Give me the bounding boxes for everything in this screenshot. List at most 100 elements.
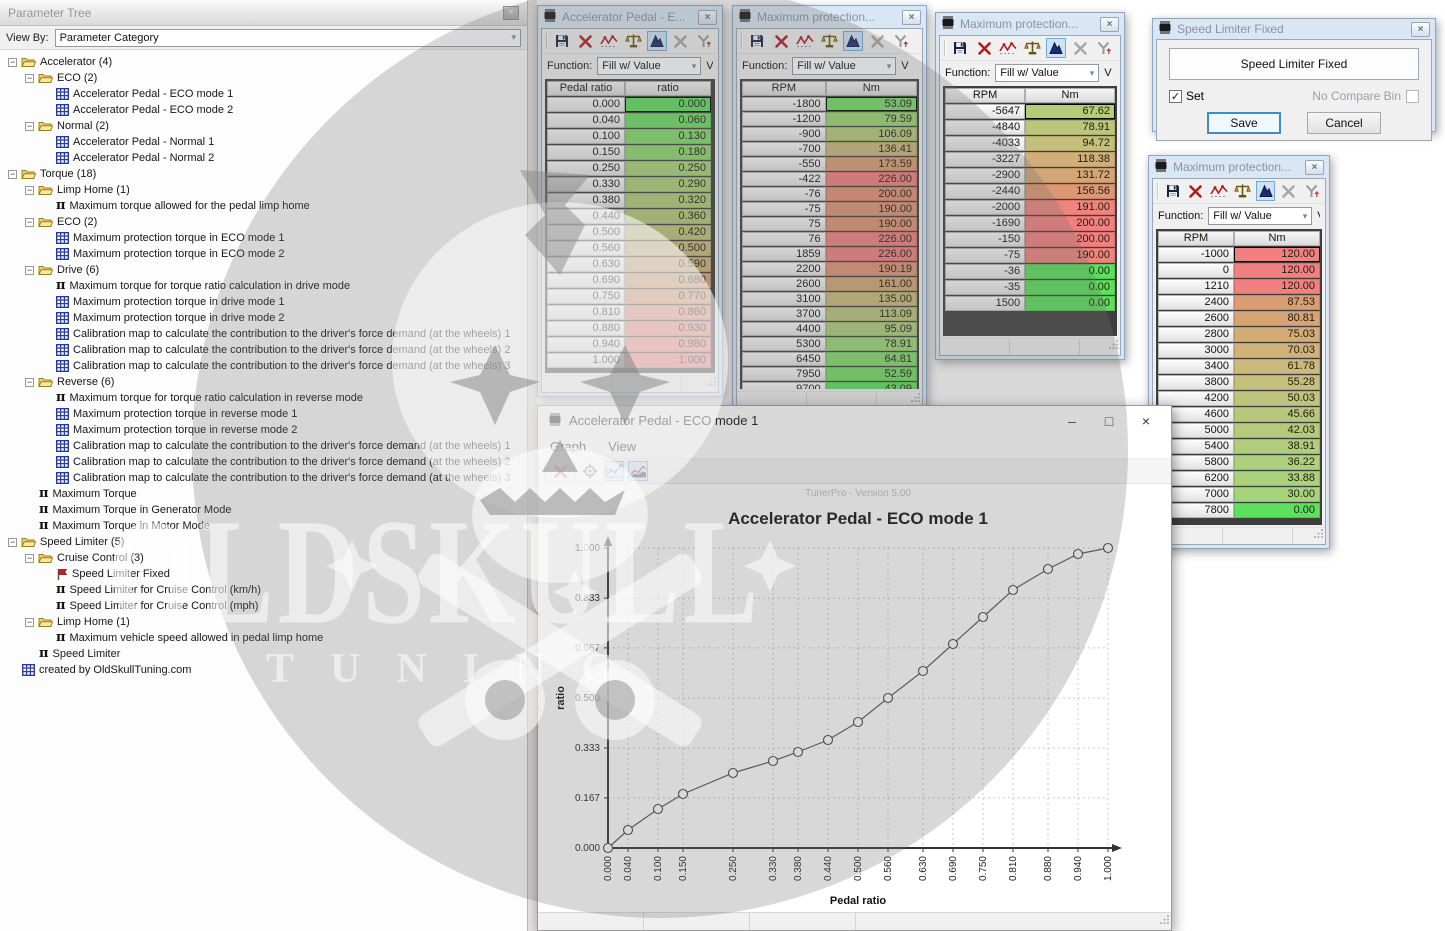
resize-grip[interactable] — [1109, 336, 1119, 354]
tree-expander-icon[interactable]: − — [25, 266, 34, 275]
axis-cell[interactable]: 0.000 — [547, 97, 625, 112]
axis-cell[interactable]: 3000 — [1158, 343, 1234, 358]
value-cell[interactable]: 61.78 — [1234, 359, 1320, 374]
axis-cell[interactable]: 0.250 — [547, 161, 625, 176]
axis-cell[interactable]: 2600 — [1158, 311, 1234, 326]
axis-cell[interactable]: 2800 — [1158, 327, 1234, 342]
data-point[interactable] — [769, 757, 778, 766]
value-cell[interactable]: 173.59 — [826, 157, 917, 171]
tree-expander-icon[interactable]: − — [25, 618, 34, 627]
clear-icon[interactable] — [671, 31, 691, 51]
value-cell[interactable]: 0.00 — [1234, 503, 1320, 518]
data-point[interactable] — [884, 694, 893, 703]
function-dropdown[interactable]: Fill w/ Value ▾ — [597, 57, 701, 75]
value-cell[interactable]: 45.66 — [1234, 407, 1320, 422]
value-cell[interactable]: 161.00 — [826, 277, 917, 291]
tree-item[interactable]: −Cruise Control (3) — [2, 550, 527, 566]
data-point[interactable] — [1104, 544, 1113, 553]
data-point[interactable] — [949, 640, 958, 649]
tree-item[interactable]: πMaximum Torque — [2, 486, 527, 502]
value-cell[interactable]: 87.53 — [1234, 295, 1320, 310]
tree-item[interactable]: −Accelerator (4) — [2, 54, 527, 70]
axis-cell[interactable]: 0.380 — [547, 193, 625, 208]
axis-cell[interactable]: 5300 — [742, 337, 826, 351]
surface-view-icon[interactable] — [1256, 181, 1275, 201]
compare-icon[interactable] — [1233, 181, 1252, 201]
axis-cell[interactable]: 2200 — [742, 262, 826, 276]
close-icon[interactable]: × — [1100, 17, 1119, 32]
axis-cell[interactable]: 4200 — [1158, 391, 1234, 406]
trace-graph-icon[interactable] — [599, 31, 619, 51]
value-cell[interactable]: 113.09 — [826, 307, 917, 321]
value-cell[interactable]: 42.03 — [1234, 423, 1320, 438]
tree-item[interactable]: created by OldSkullTuning.com — [2, 662, 527, 678]
data-point[interactable] — [1074, 550, 1083, 559]
tree-item[interactable]: Maximum protection torque in drive mode … — [2, 310, 527, 326]
trace-graph-icon[interactable] — [1209, 181, 1229, 201]
panel-splitter[interactable] — [528, 0, 537, 931]
data-point[interactable] — [854, 718, 863, 727]
value-cell[interactable]: 55.28 — [1234, 375, 1320, 390]
save-icon[interactable] — [747, 31, 767, 51]
tree-item[interactable]: Maximum protection torque in reverse mod… — [2, 406, 527, 422]
compare-icon[interactable] — [1022, 38, 1042, 58]
tree-item[interactable]: Calibration map to calculate the contrib… — [2, 358, 527, 374]
window-titlebar[interactable]: Maximum protection... × — [1152, 158, 1326, 178]
value-cell[interactable]: 120.00 — [1234, 279, 1320, 294]
tree-expander-icon[interactable]: − — [8, 58, 17, 67]
axis-cell[interactable]: -75 — [945, 248, 1025, 263]
axis-cell[interactable]: 76 — [742, 232, 826, 246]
tree-item[interactable]: Accelerator Pedal - ECO mode 1 — [2, 86, 527, 102]
value-cell[interactable]: 0.360 — [625, 209, 711, 224]
function-dropdown[interactable]: Fill w/ Value ▾ — [995, 64, 1099, 82]
tree-item[interactable]: πSpeed Limiter for Cruise Control (km/h) — [2, 582, 527, 598]
axis-cell[interactable]: 0.330 — [547, 177, 625, 192]
axis-cell[interactable]: 0.500 — [547, 225, 625, 240]
tree-item[interactable]: πMaximum Torque in Generator Mode — [2, 502, 527, 518]
axis-cell[interactable]: 3800 — [1158, 375, 1234, 390]
axis-cell[interactable]: 3400 — [1158, 359, 1234, 374]
save-icon[interactable] — [950, 38, 970, 58]
line-chart-icon[interactable] — [604, 461, 624, 481]
axis-cell[interactable]: -5647 — [945, 104, 1025, 119]
data-point[interactable] — [1044, 565, 1053, 574]
tree-item[interactable]: Calibration map to calculate the contrib… — [2, 470, 527, 486]
value-cell[interactable]: 190.00 — [1025, 248, 1115, 263]
value-cell[interactable]: 30.00 — [1234, 487, 1320, 502]
axis-cell[interactable]: 3700 — [742, 307, 826, 321]
value-cell[interactable]: 0.860 — [625, 305, 711, 320]
cancel-button[interactable]: Cancel — [1307, 112, 1381, 134]
resize-grip[interactable] — [1314, 525, 1324, 543]
axis-cell[interactable]: 2600 — [742, 277, 826, 291]
panel-close-button[interactable]: × — [503, 6, 519, 20]
value-cell[interactable]: 0.250 — [625, 161, 711, 176]
value-cell[interactable]: 0.060 — [625, 113, 711, 128]
value-cell[interactable]: 80.81 — [1234, 311, 1320, 326]
tree-item[interactable]: −Drive (6) — [2, 262, 527, 278]
surface-view-icon[interactable] — [647, 31, 667, 51]
axis-cell[interactable]: 2400 — [1158, 295, 1234, 310]
graph-titlebar[interactable]: Accelerator Pedal - ECO mode 1 – □ × — [538, 406, 1171, 435]
tree-item[interactable]: −Reverse (6) — [2, 374, 527, 390]
close-icon[interactable]: × — [698, 10, 717, 25]
filter-icon[interactable] — [1302, 181, 1321, 201]
data-point[interactable] — [729, 769, 738, 778]
value-cell[interactable]: 0.590 — [625, 257, 711, 272]
value-cell[interactable]: 33.88 — [1234, 471, 1320, 486]
tree-item[interactable]: πMaximum Torque in Motor Mode — [2, 518, 527, 534]
data-point[interactable] — [794, 748, 803, 757]
delete-icon[interactable] — [576, 31, 596, 51]
crosshair-icon[interactable] — [580, 461, 600, 481]
delete-icon[interactable] — [1186, 181, 1205, 201]
axis-cell[interactable]: 0.560 — [547, 241, 625, 256]
window-titlebar[interactable]: Maximum protection... × — [736, 8, 923, 28]
trace-graph-icon[interactable] — [998, 38, 1018, 58]
value-cell[interactable]: 43.09 — [826, 382, 917, 389]
tree-item[interactable]: Calibration map to calculate the contrib… — [2, 326, 527, 342]
value-cell[interactable]: 131.72 — [1025, 168, 1115, 183]
axis-cell[interactable]: 0.750 — [547, 289, 625, 304]
close-button[interactable]: × — [1131, 413, 1161, 429]
axis-cell[interactable]: -900 — [742, 127, 826, 141]
clear-icon[interactable] — [1279, 181, 1298, 201]
axis-cell[interactable]: 1500 — [945, 296, 1025, 311]
